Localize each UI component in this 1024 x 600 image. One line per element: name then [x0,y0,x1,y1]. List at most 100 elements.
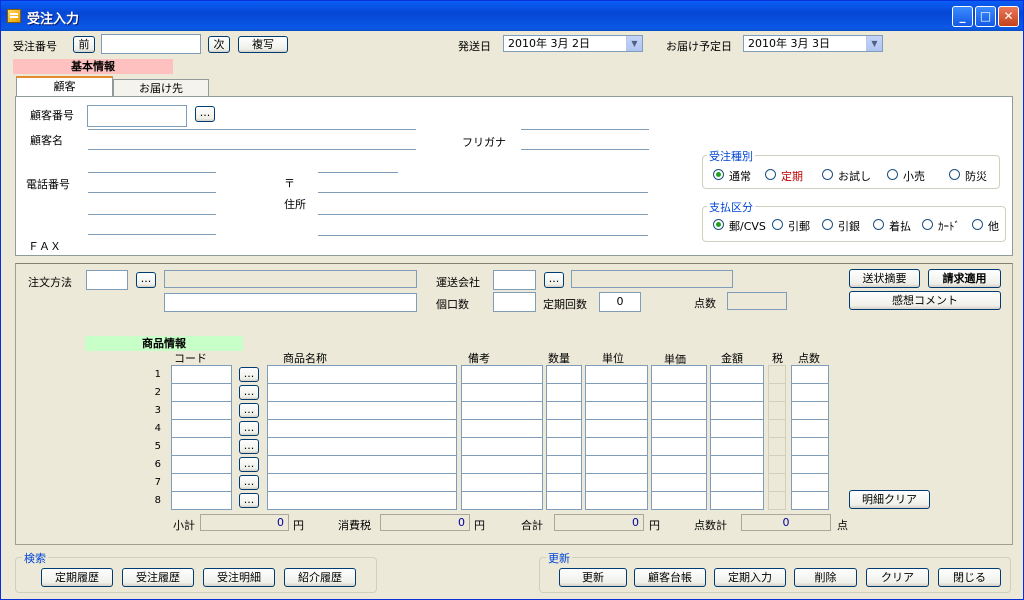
tab-delivery[interactable]: お届け先 [113,79,209,97]
unit-price-cell[interactable] [651,383,707,402]
customer-name-input[interactable] [88,129,416,130]
periodic-count-input[interactable]: 0 [599,292,641,312]
points-cell[interactable] [791,455,829,474]
code-cell[interactable] [171,383,232,402]
unit-price-cell[interactable] [651,455,707,474]
payment-radio-card[interactable] [922,219,933,230]
code-cell[interactable] [171,365,232,384]
customer-name2-input[interactable] [88,149,416,150]
product-name-cell[interactable] [267,455,457,474]
unit-cell[interactable] [585,365,648,384]
kana-input[interactable] [521,129,649,130]
referral-history-button[interactable]: 紹介履歴 [284,568,356,587]
phone-input[interactable] [88,172,216,173]
phone2-input[interactable] [88,192,216,193]
code-cell[interactable] [171,437,232,456]
order-detail-button[interactable]: 受注明細 [203,568,275,587]
product-lookup-button[interactable]: ... [239,439,259,454]
unit-cell[interactable] [585,455,648,474]
product-lookup-button[interactable]: ... [239,421,259,436]
unit-price-cell[interactable] [651,365,707,384]
quantity-cell[interactable] [546,455,582,474]
payment-radio-collect[interactable] [873,219,884,230]
order-method-lookup-button[interactable]: ... [136,272,156,288]
order-no-input[interactable] [101,34,201,54]
minimize-icon[interactable]: _ [952,6,973,27]
order-type-radio-disaster[interactable] [949,169,960,180]
remarks-cell[interactable] [461,383,543,402]
clear-detail-button[interactable]: 明細クリア [849,490,930,509]
chevron-down-icon[interactable]: ▼ [866,36,882,51]
remarks-cell[interactable] [461,491,543,510]
unit-price-cell[interactable] [651,401,707,420]
address-input[interactable] [318,192,648,193]
ship-date-select[interactable]: 2010年 3月 2日 ▼ [503,35,643,52]
amount-cell[interactable] [710,365,764,384]
product-lookup-button[interactable]: ... [239,403,259,418]
unit-price-cell[interactable] [651,419,707,438]
product-name-cell[interactable] [267,401,457,420]
delivery-date-select[interactable]: 2010年 3月 3日 ▼ [743,35,883,52]
invoice-summary-button[interactable]: 送状摘要 [849,269,920,288]
points-cell[interactable] [791,383,829,402]
delete-button[interactable]: 削除 [794,568,857,587]
clear-button[interactable]: クリア [866,568,929,587]
code-cell[interactable] [171,419,232,438]
address2-input[interactable] [318,214,648,215]
code-cell[interactable] [171,455,232,474]
product-lookup-button[interactable]: ... [239,475,259,490]
points-cell[interactable] [791,401,829,420]
amount-cell[interactable] [710,473,764,492]
unit-cell[interactable] [585,383,648,402]
product-lookup-button[interactable]: ... [239,385,259,400]
close-icon[interactable]: ✕ [998,6,1019,27]
remarks-cell[interactable] [461,419,543,438]
close-button[interactable]: 閉じる [938,568,1001,587]
points-cell[interactable] [791,473,829,492]
product-name-cell[interactable] [267,383,457,402]
carrier-lookup-button[interactable]: ... [544,272,564,288]
remarks-cell[interactable] [461,455,543,474]
quantity-cell[interactable] [546,473,582,492]
phone3-input[interactable] [88,214,216,215]
quantity-cell[interactable] [546,419,582,438]
periodic-history-button[interactable]: 定期履歴 [41,568,113,587]
next-button[interactable]: 次 [208,36,230,53]
customer-ledger-button[interactable]: 顧客台帳 [634,568,706,587]
postal-input[interactable] [318,172,398,173]
quantity-cell[interactable] [546,383,582,402]
product-lookup-button[interactable]: ... [239,493,259,508]
remarks-cell[interactable] [461,365,543,384]
points-cell[interactable] [791,437,829,456]
order-type-radio-trial[interactable] [822,169,833,180]
order-method-input[interactable] [86,270,128,290]
remarks-cell[interactable] [461,437,543,456]
product-name-cell[interactable] [267,473,457,492]
amount-cell[interactable] [710,455,764,474]
unit-price-cell[interactable] [651,491,707,510]
update-button[interactable]: 更新 [559,568,627,587]
copy-button[interactable]: 複写 [238,36,288,53]
amount-cell[interactable] [710,437,764,456]
order-type-radio-periodic[interactable] [765,169,776,180]
tab-customer[interactable]: 顧客 [16,76,113,96]
product-name-cell[interactable] [267,365,457,384]
apply-invoice-button[interactable]: 請求適用 [928,269,1001,288]
product-lookup-button[interactable]: ... [239,457,259,472]
payment-radio-postal-cvs[interactable] [713,219,724,230]
order-note-input[interactable] [164,293,417,312]
remarks-cell[interactable] [461,401,543,420]
order-history-button[interactable]: 受注履歴 [122,568,194,587]
amount-cell[interactable] [710,401,764,420]
payment-radio-cod-bank[interactable] [822,219,833,230]
pieces-input[interactable] [493,292,536,312]
points-cell[interactable] [791,491,829,510]
quantity-cell[interactable] [546,401,582,420]
address3-input[interactable] [318,235,648,236]
code-cell[interactable] [171,473,232,492]
chevron-down-icon[interactable]: ▼ [626,36,642,51]
unit-cell[interactable] [585,473,648,492]
order-type-radio-normal[interactable] [713,169,724,180]
points-cell[interactable] [791,365,829,384]
customer-no-input[interactable] [87,105,187,127]
